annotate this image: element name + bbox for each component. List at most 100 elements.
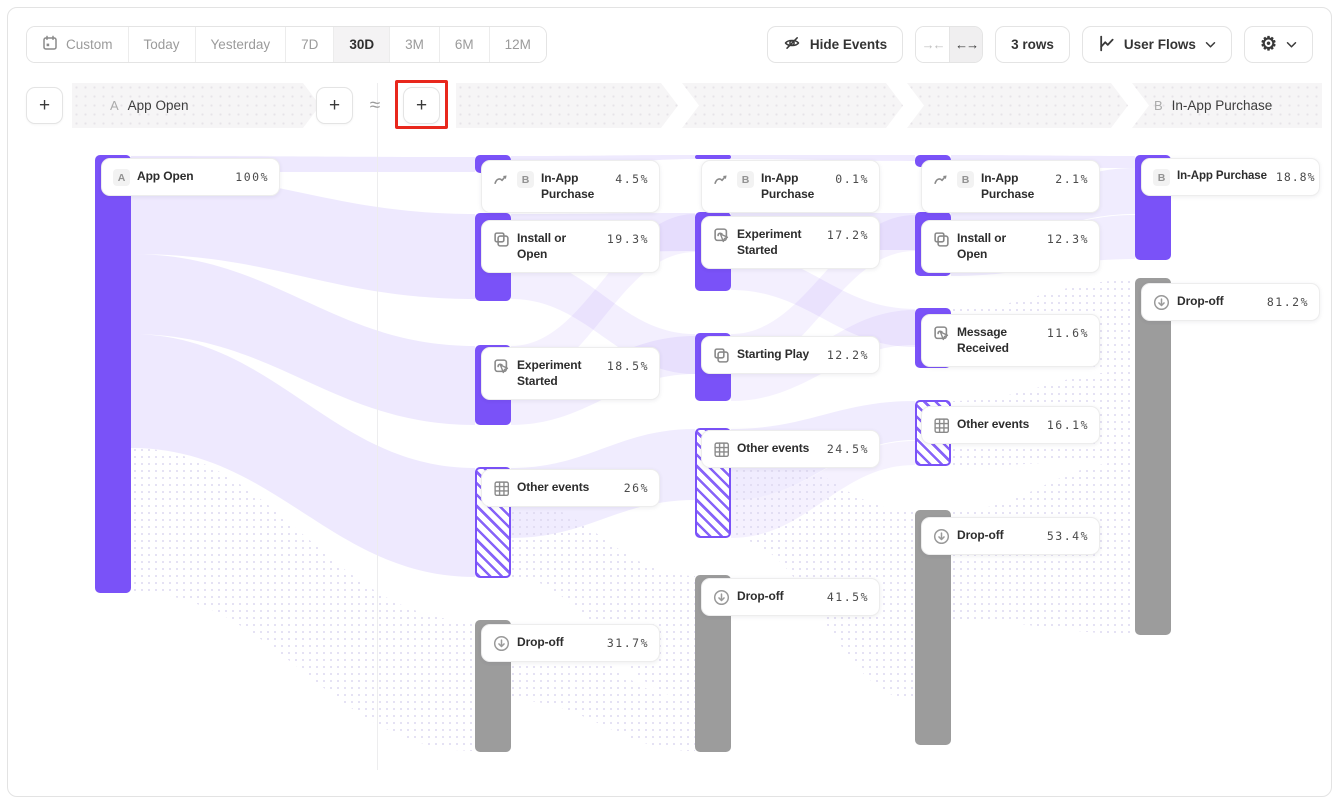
rows-button[interactable]: 3 rows xyxy=(995,26,1070,63)
toolbar-right-group: Hide Events →← ←→ 3 rows User Flows ⚙ xyxy=(767,26,1313,63)
flow-node-card[interactable]: BIn-App Purchase2.1% xyxy=(921,160,1100,213)
flow-node-label: Other events xyxy=(737,441,818,457)
flow-node-card[interactable]: Drop-off31.7% xyxy=(481,624,660,662)
flow-node-label: Message Received xyxy=(957,325,1038,357)
flow-node-card[interactable]: Other events16.1% xyxy=(921,406,1100,444)
flow-node-card[interactable]: BIn-App Purchase0.1% xyxy=(701,160,880,213)
flow-node-label: In-App Purchase xyxy=(761,171,826,203)
grid-icon xyxy=(933,417,950,434)
flow-node-card[interactable]: Drop-off 41.5% xyxy=(701,578,880,616)
flow-segment-1[interactable] xyxy=(456,83,678,128)
steps-header: + AApp Open + ≈ + BIn-App Purchase xyxy=(0,83,1339,128)
approx-symbol: ≈ xyxy=(360,83,390,128)
step-a-segment[interactable]: AApp Open xyxy=(72,83,320,128)
toolbar: Custom Today Yesterday 7D 30D 3M 6M 12M Hide Ev… xyxy=(26,26,1313,63)
date-range-group: Custom Today Yesterday 7D 30D 3M 6M 12M xyxy=(26,26,547,63)
flow-node-label: Starting Play xyxy=(737,347,818,363)
flow-node-card[interactable]: Other events 24.5% xyxy=(701,430,880,468)
add-step-between-button[interactable]: + xyxy=(403,87,440,124)
flow-bar-app-open[interactable] xyxy=(95,155,131,593)
custom-icon xyxy=(493,358,510,375)
flow-node-percent: 12.2% xyxy=(827,347,869,362)
line-chart-icon xyxy=(1098,35,1115,55)
flow-node-card[interactable]: Experiment Started 18.5% xyxy=(481,347,660,400)
flow-node-percent: 19.3% xyxy=(607,231,649,246)
flow-node-card[interactable]: Other events26% xyxy=(481,469,660,507)
flow-node-percent: 24.5% xyxy=(827,441,869,456)
flow-node-card[interactable]: Install or Open19.3% xyxy=(481,220,660,273)
flow-node-card[interactable]: Drop-off81.2% xyxy=(1141,283,1320,321)
settings-dropdown[interactable]: ⚙ xyxy=(1244,26,1313,63)
flow-node-label: Drop-off xyxy=(517,635,598,651)
flow-node-label: Experiment Started xyxy=(737,227,818,259)
view-type-dropdown[interactable]: User Flows xyxy=(1082,26,1232,63)
date-range-6m[interactable]: 6M xyxy=(440,27,490,62)
custom-icon xyxy=(933,325,950,342)
dropoff-icon xyxy=(713,589,730,606)
flow-node-label: Drop-off xyxy=(737,589,818,605)
date-range-3m[interactable]: 3M xyxy=(390,27,440,62)
date-range-today[interactable]: Today xyxy=(129,27,196,62)
flow-node-card[interactable]: Experiment Started 17.2% xyxy=(701,216,880,269)
step-b-segment[interactable]: BIn-App Purchase xyxy=(1132,83,1322,128)
flow-node-card[interactable]: BIn-App Purchase4.5% xyxy=(481,160,660,213)
date-range-label: 12M xyxy=(505,37,531,52)
flow-node-card[interactable]: Drop-off53.4% xyxy=(921,517,1100,555)
flow-node-percent: 4.5% xyxy=(615,171,649,186)
flow-node-card[interactable]: Install or Open12.3% xyxy=(921,220,1100,273)
collapse-columns-button[interactable]: →← xyxy=(916,27,949,62)
step-a-label: App Open xyxy=(128,98,189,113)
flow-node-card[interactable]: Starting Play 12.2% xyxy=(701,336,880,374)
user-flows-report: Custom Today Yesterday 7D 30D 3M 6M 12M Hide Ev… xyxy=(0,0,1339,804)
dropoff-icon xyxy=(933,528,950,545)
flow-bar-in-app-purchase[interactable] xyxy=(695,155,731,159)
flow-node-label: Experiment Started xyxy=(517,358,598,390)
date-range-label: 7D xyxy=(301,37,318,52)
add-step-after-a-button[interactable]: + xyxy=(316,87,353,124)
flow-node-percent: 26% xyxy=(624,480,649,495)
flow-node-card[interactable]: BIn-App Purchase18.8% xyxy=(1141,158,1320,196)
add-step-before-a-button[interactable]: + xyxy=(26,87,63,124)
step-b-letter: B xyxy=(1154,98,1163,113)
date-range-label: Yesterday xyxy=(211,37,271,52)
flow-node-label: Drop-off xyxy=(1177,294,1258,310)
flow-node-percent: 17.2% xyxy=(827,227,869,242)
plus-icon: + xyxy=(329,95,340,117)
flow-segment-2[interactable] xyxy=(682,83,903,128)
step-divider-line xyxy=(377,83,378,770)
flow-node-percent: 41.5% xyxy=(827,589,869,604)
flow-node-label: App Open xyxy=(137,169,226,185)
view-type-label: User Flows xyxy=(1124,37,1196,52)
hide-events-label: Hide Events xyxy=(810,37,887,52)
chevron-down-icon xyxy=(1205,37,1216,52)
date-range-yesterday[interactable]: Yesterday xyxy=(196,27,287,62)
flow-bar-drop-off[interactable] xyxy=(1135,278,1171,635)
flow-node-card[interactable]: AApp Open100% xyxy=(101,158,280,196)
date-range-7d[interactable]: 7D xyxy=(286,27,334,62)
flow-node-label: Drop-off xyxy=(957,528,1038,544)
flow-node-label: Install or Open xyxy=(957,231,1038,263)
flow-node-percent: 0.1% xyxy=(835,171,869,186)
hide-events-button[interactable]: Hide Events xyxy=(767,26,903,63)
date-range-label: 30D xyxy=(349,37,374,52)
expand-columns-button[interactable]: ←→ xyxy=(949,27,982,62)
flow-node-card[interactable]: Message Received11.6% xyxy=(921,314,1100,367)
calendar-icon xyxy=(42,35,58,54)
flow-node-label: Other events xyxy=(957,417,1038,433)
column-width-toggle: →← ←→ xyxy=(915,26,983,63)
date-range-12m[interactable]: 12M xyxy=(490,27,546,62)
gear-icon: ⚙ xyxy=(1260,35,1277,54)
rows-label: 3 rows xyxy=(1011,37,1054,52)
flow-segment-3[interactable] xyxy=(907,83,1128,128)
event-badge: A xyxy=(113,169,130,186)
squares-icon xyxy=(493,231,510,248)
date-range-label: Today xyxy=(144,37,180,52)
squares-icon xyxy=(933,231,950,248)
event-badge: B xyxy=(517,171,534,188)
date-range-30d[interactable]: 30D xyxy=(334,27,390,62)
date-range-label: 6M xyxy=(455,37,474,52)
event-badge: B xyxy=(1153,169,1170,186)
date-range-custom[interactable]: Custom xyxy=(27,27,129,62)
flow-node-label: In-App Purchase xyxy=(1177,169,1267,184)
flow-node-percent: 18.5% xyxy=(607,358,649,373)
